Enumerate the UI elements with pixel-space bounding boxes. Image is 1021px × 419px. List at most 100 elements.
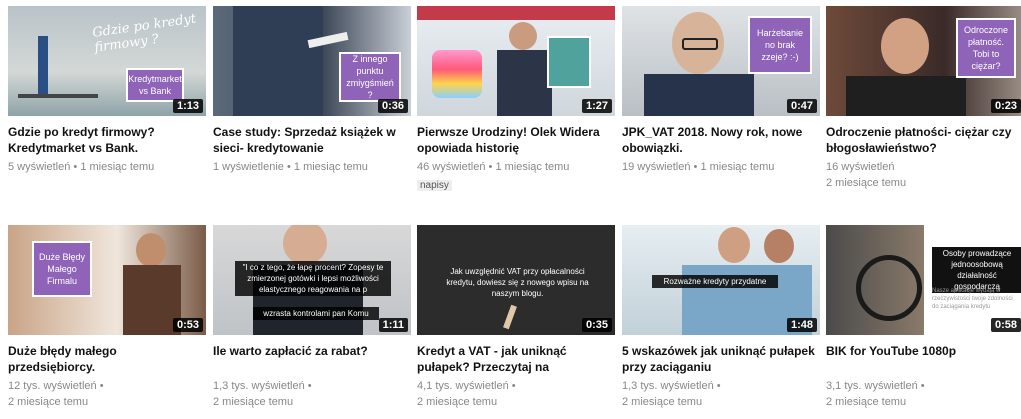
view-count: 3,1 tys. wyświetleń — [826, 380, 918, 392]
video-card[interactable]: Z innego punktu zmiygśmień ? 0:36 Case s… — [213, 6, 411, 175]
person-jeans — [233, 6, 323, 116]
upload-age: 2 miesiące temu — [622, 396, 703, 408]
video-meta: 12 tys. wyświetleń • 2 miesiące temu — [8, 378, 206, 410]
duration-badge: 0:47 — [786, 99, 817, 113]
video-meta: 1 wyświetlenie • 1 miesiąc temu — [213, 161, 368, 173]
video-title[interactable]: Gdzie po kredyt firmowy? Kredytmarket vs… — [8, 124, 206, 156]
speaker-suit — [497, 50, 552, 116]
upload-age: 1 miesiąc temu — [495, 161, 570, 173]
video-card[interactable]: Osoby prowadzące jednoosobową działalnoś… — [826, 225, 1021, 410]
video-card[interactable]: Odroczone płatność. Tobi to ciężar? 0:23… — [826, 6, 1021, 191]
video-meta: 19 wyświetleń • 1 miesiąc temu — [622, 161, 775, 173]
quote-caption: "I co z tego, że łapę procent? Zopesy te… — [235, 261, 391, 296]
video-title[interactable]: Duże błędy małego przedsiębiorcy. — [8, 343, 206, 375]
video-card[interactable]: 1:27 Pierwsze Urodziny! Olek Widera opow… — [417, 6, 615, 193]
video-thumbnail[interactable]: Rozważne kredyty przydatne 1:48 — [622, 225, 820, 335]
upload-age: 1 miesiąc temu — [80, 161, 155, 173]
upload-age: 2 miesiące temu — [8, 396, 89, 408]
man-jacket — [644, 74, 754, 116]
bike-handlebar — [846, 76, 966, 116]
video-card[interactable]: Duże Błędy Małego Firmalu 0:53 Duże błęd… — [8, 225, 206, 410]
overlay-label: Kredytmarket vs Bank — [126, 68, 184, 102]
duration-badge: 1:11 — [378, 318, 408, 332]
video-thumbnail[interactable]: Duże Błędy Małego Firmalu 0:53 — [8, 225, 206, 335]
duration-badge: 1:27 — [581, 99, 612, 113]
video-thumbnail[interactable]: Gdzie po kredyt firmowy ? Kredytmarket v… — [8, 6, 206, 116]
script-text: Gdzie po kredyt firmowy ? — [91, 11, 198, 56]
upload-age: 1 miesiąc temu — [700, 161, 775, 173]
video-thumbnail[interactable]: 1:27 — [417, 6, 615, 116]
view-count: 5 wyświetleń — [8, 161, 71, 173]
duration-badge: 0:35 — [581, 318, 612, 332]
glasses — [682, 38, 718, 50]
view-count: 1,3 tys. wyświetleń — [213, 380, 305, 392]
logo-panel — [547, 36, 591, 88]
overlay-label: Odroczone płatność. Tobi to ciężar? — [956, 18, 1016, 78]
video-title[interactable]: Case study: Sprzedaż książek w sieci- kr… — [213, 124, 411, 156]
overlay-label: Z innego punktu zmiygśmień ? — [339, 52, 401, 102]
blog-caption: Jak uwzględnić VAT przy opłacalności kre… — [446, 267, 589, 298]
view-count: 4,1 tys. wyświetleń — [417, 380, 509, 392]
video-thumbnail[interactable]: Osoby prowadzące jednoosobową działalnoś… — [826, 225, 1021, 335]
video-card[interactable]: Gdzie po kredyt firmowy ? Kredytmarket v… — [8, 6, 206, 175]
video-title[interactable]: JPK_VAT 2018. Nowy rok, nowe obowiązki. — [622, 124, 820, 156]
overlay-label: Duże Błędy Małego Firmalu — [32, 241, 92, 297]
birthday-cake — [432, 50, 482, 98]
video-meta: 1,3 tys. wyświetleń • 2 miesiące temu — [622, 378, 820, 410]
video-card[interactable]: Jak uwzględnić VAT przy opłacalności kre… — [417, 225, 615, 410]
overlay-label: Harżebanie no brak zzeje? :-) — [748, 16, 812, 74]
promo-subtext: Nasze aplikacje wydają w rzeczywistości … — [932, 288, 1013, 310]
man-head — [718, 227, 750, 263]
video-thumbnail[interactable]: Z innego punktu zmiygśmień ? 0:36 — [213, 6, 411, 116]
video-title[interactable]: Odroczenie płatności- ciężar czy błogosł… — [826, 124, 1021, 156]
presenter-head — [283, 225, 327, 265]
view-count: 1 wyświetlenie — [213, 161, 284, 173]
subtitles-badge: napisy — [417, 180, 452, 191]
upload-age: 2 miesiące temu — [826, 396, 907, 408]
paddle-board — [18, 94, 98, 98]
video-thumbnail[interactable]: Jak uwzględnić VAT przy opłacalności kre… — [417, 225, 615, 335]
upload-age: 1 miesiąc temu — [293, 161, 368, 173]
video-title[interactable]: BIK for YouTube 1080p — [826, 343, 1021, 375]
upload-age: 2 miesiące temu — [213, 396, 294, 408]
video-card[interactable]: "I co z tego, że łapę procent? Zopesy te… — [213, 225, 411, 410]
video-meta: 1,3 tys. wyświetleń • 2 miesiące temu — [213, 378, 411, 410]
video-thumbnail[interactable]: Harżebanie no brak zzeje? :-) 0:47 — [622, 6, 820, 116]
video-meta: 3,1 tys. wyświetleń • 2 miesiące temu — [826, 378, 1021, 410]
video-thumbnail[interactable]: Odroczone płatność. Tobi to ciężar? 0:23 — [826, 6, 1021, 116]
upload-age: 2 miesiące temu — [417, 396, 498, 408]
video-meta: 5 wyświetleń • 1 miesiąc temu — [8, 161, 155, 173]
view-count: 46 wyświetleń — [417, 161, 486, 173]
video-title[interactable]: Ile warto zapłacić za rabat? — [213, 343, 411, 375]
duration-badge: 0:36 — [377, 99, 408, 113]
view-count: 12 tys. wyświetleń — [8, 380, 97, 392]
view-count: 19 wyświetleń — [622, 161, 691, 173]
quote-caption-secondary: wzrasta kontrolami pan Komu — [253, 307, 379, 320]
view-count: 1,3 tys. wyświetleń — [622, 380, 714, 392]
bike-wheel — [856, 255, 922, 321]
view-count: 16 wyświetleń — [826, 161, 895, 173]
paddler-figure — [38, 36, 48, 96]
video-meta: 46 wyświetleń • 1 miesiąc temu — [417, 161, 570, 173]
duration-badge: 0:58 — [990, 318, 1021, 332]
video-meta: 16 wyświetleń 2 miesiące temu — [826, 159, 1021, 191]
video-title[interactable]: 5 wskazówek jak uniknąć pułapek przy zac… — [622, 343, 820, 375]
thumbnail-caption: Rozważne kredyty przydatne — [652, 275, 778, 288]
video-title[interactable]: Kredyt a VAT - jak uniknąć pułapek? Prze… — [417, 343, 615, 375]
duration-badge: 1:48 — [786, 318, 817, 332]
top-banner — [417, 6, 615, 20]
upload-age: 2 miesiące temu — [826, 177, 907, 189]
pencil-hand — [503, 304, 517, 330]
duration-badge: 0:23 — [990, 99, 1021, 113]
speaker-head — [509, 22, 537, 50]
craftsman-head — [136, 233, 166, 267]
video-thumbnail[interactable]: "I co z tego, że łapę procent? Zopesy te… — [213, 225, 411, 335]
video-meta: 4,1 tys. wyświetleń • 2 miesiące temu — [417, 378, 615, 410]
laughing-man — [881, 18, 929, 74]
duration-badge: 0:53 — [172, 318, 203, 332]
video-card[interactable]: Harżebanie no brak zzeje? :-) 0:47 JPK_V… — [622, 6, 820, 175]
video-title[interactable]: Pierwsze Urodziny! Olek Widera opowiada … — [417, 124, 615, 156]
woman-head — [764, 229, 794, 263]
duration-badge: 1:13 — [172, 99, 203, 113]
video-card[interactable]: Rozważne kredyty przydatne 1:48 5 wskazó… — [622, 225, 820, 410]
